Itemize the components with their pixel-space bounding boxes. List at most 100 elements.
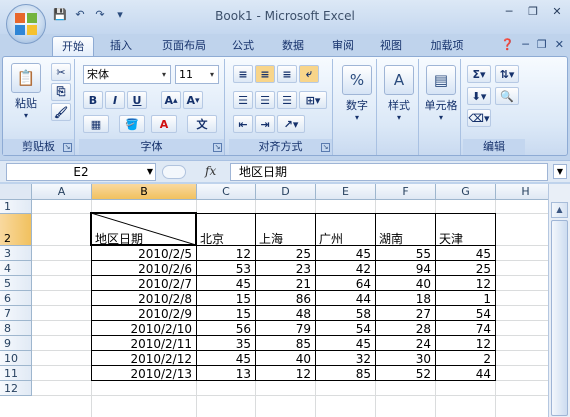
align-top-icon[interactable]: ≡ xyxy=(233,65,253,83)
tab-formulas[interactable]: 公式 xyxy=(222,36,264,56)
row-header[interactable]: 11 xyxy=(0,366,32,381)
city-header-cell[interactable]: 广州 xyxy=(316,232,376,246)
clear-icon[interactable]: ⌫▾ xyxy=(467,109,491,127)
value-cell[interactable]: 15 xyxy=(197,307,254,321)
value-cell[interactable]: 53 xyxy=(197,262,254,276)
value-cell[interactable]: 45 xyxy=(197,352,254,366)
value-cell[interactable]: 64 xyxy=(316,277,374,291)
tab-review[interactable]: 审阅 xyxy=(322,36,364,56)
date-cell[interactable]: 2010/2/7 xyxy=(92,277,195,291)
underline-button[interactable]: U xyxy=(127,91,147,109)
restore-window-icon[interactable]: ❐ xyxy=(537,38,547,51)
cut-icon[interactable]: ✂ xyxy=(51,63,71,81)
cells-button[interactable]: ▤ 单元格 ▾ xyxy=(422,65,460,122)
value-cell[interactable]: 15 xyxy=(197,292,254,306)
value-cell[interactable]: 48 xyxy=(256,307,314,321)
value-cell[interactable]: 2 xyxy=(436,352,494,366)
city-header-cell[interactable]: 湖南 xyxy=(376,232,436,246)
paste-button[interactable]: 📋 粘贴 ▾ xyxy=(9,63,43,120)
column-header[interactable]: H xyxy=(496,184,548,200)
select-all-button[interactable] xyxy=(0,184,32,200)
fill-color-icon[interactable]: 🪣 xyxy=(119,115,145,133)
column-header[interactable]: B xyxy=(92,184,197,200)
scroll-thumb[interactable] xyxy=(551,220,568,416)
value-cell[interactable]: 58 xyxy=(316,307,374,321)
name-box[interactable]: E2 ▼ xyxy=(6,163,156,181)
close-workbook-icon[interactable]: ✕ xyxy=(555,38,564,51)
alignment-dialog-launcher[interactable]: ↘ xyxy=(321,143,330,152)
row-header[interactable]: 12 xyxy=(0,381,32,396)
value-cell[interactable]: 13 xyxy=(197,367,254,381)
value-cell[interactable]: 85 xyxy=(316,367,374,381)
copy-icon[interactable]: ⎘ xyxy=(51,83,71,101)
value-cell[interactable]: 32 xyxy=(316,352,374,366)
tab-addins[interactable]: 加载项 xyxy=(420,36,474,56)
date-cell[interactable]: 2010/2/5 xyxy=(92,247,195,261)
fill-icon[interactable]: ⬇▾ xyxy=(467,87,491,105)
value-cell[interactable]: 40 xyxy=(376,277,434,291)
row-header[interactable]: 5 xyxy=(0,276,32,291)
borders-icon[interactable]: ▦ xyxy=(83,115,109,133)
value-cell[interactable]: 18 xyxy=(376,292,434,306)
value-cell[interactable]: 42 xyxy=(316,262,374,276)
close-button[interactable]: ✕ xyxy=(548,4,566,20)
align-right-icon[interactable]: ☰ xyxy=(277,91,297,109)
worksheet-grid[interactable]: ABCDEFGH 1 2 3 4 5 6 7 8 9 10 11 12 地区日期 北京 上海 广州 湖南 天津 2… xyxy=(0,184,548,417)
row-header[interactable]: 9 xyxy=(0,336,32,351)
value-cell[interactable]: 28 xyxy=(376,322,434,336)
value-cell[interactable]: 40 xyxy=(256,352,314,366)
font-name-combo[interactable]: 宋体 ▾ xyxy=(83,65,171,84)
date-cell[interactable]: 2010/2/9 xyxy=(92,307,195,321)
value-cell[interactable]: 12 xyxy=(197,247,254,261)
align-left-icon[interactable]: ☰ xyxy=(233,91,253,109)
font-size-combo[interactable]: 11 ▾ xyxy=(175,65,219,84)
merge-center-icon[interactable]: ⊞▾ xyxy=(299,91,327,109)
date-cell[interactable]: 2010/2/6 xyxy=(92,262,195,276)
sort-filter-icon[interactable]: ⇅▾ xyxy=(495,65,519,83)
column-header[interactable]: G xyxy=(436,184,496,200)
value-cell[interactable]: 21 xyxy=(256,277,314,291)
value-cell[interactable]: 45 xyxy=(436,247,494,261)
row-header[interactable]: 1 xyxy=(0,200,32,214)
value-cell[interactable]: 85 xyxy=(256,337,314,351)
row-header[interactable]: 4 xyxy=(0,261,32,276)
column-header[interactable]: E xyxy=(316,184,376,200)
city-header-cell[interactable]: 天津 xyxy=(436,232,496,246)
column-header[interactable]: D xyxy=(256,184,316,200)
help-icon[interactable]: ❓ xyxy=(501,38,515,51)
increase-indent-icon[interactable]: ⇥ xyxy=(255,115,275,133)
tab-view[interactable]: 视图 xyxy=(370,36,412,56)
column-header[interactable]: C xyxy=(197,184,256,200)
orientation-icon[interactable]: ↗▾ xyxy=(277,115,305,133)
expand-formula-bar-icon[interactable]: ▼ xyxy=(553,164,567,179)
value-cell[interactable]: 24 xyxy=(376,337,434,351)
tab-home[interactable]: 开始 xyxy=(52,36,94,56)
grow-font-button[interactable]: A ▴ xyxy=(161,91,181,109)
number-format-button[interactable]: % 数字 ▾ xyxy=(340,65,374,122)
align-middle-icon[interactable]: ≡ xyxy=(255,65,275,83)
decrease-indent-icon[interactable]: ⇤ xyxy=(233,115,253,133)
value-cell[interactable]: 12 xyxy=(436,277,494,291)
tab-page-layout[interactable]: 页面布局 xyxy=(152,36,216,56)
bold-button[interactable]: B xyxy=(83,91,103,109)
formula-input[interactable]: 地区日期 xyxy=(230,163,548,181)
value-cell[interactable]: 79 xyxy=(256,322,314,336)
office-button[interactable] xyxy=(6,4,46,44)
value-cell[interactable]: 35 xyxy=(197,337,254,351)
autosum-icon[interactable]: Σ▾ xyxy=(467,65,491,83)
value-cell[interactable]: 45 xyxy=(316,247,374,261)
column-header[interactable]: F xyxy=(376,184,436,200)
value-cell[interactable]: 56 xyxy=(197,322,254,336)
value-cell[interactable]: 45 xyxy=(197,277,254,291)
font-dialog-launcher[interactable]: ↘ xyxy=(213,143,222,152)
value-cell[interactable]: 44 xyxy=(316,292,374,306)
phonetic-guide-icon[interactable]: 文 xyxy=(187,115,217,133)
value-cell[interactable]: 45 xyxy=(316,337,374,351)
align-bottom-icon[interactable]: ≡ xyxy=(277,65,297,83)
value-cell[interactable]: 94 xyxy=(376,262,434,276)
scroll-up-icon[interactable]: ▲ xyxy=(551,202,568,218)
value-cell[interactable]: 55 xyxy=(376,247,434,261)
date-cell[interactable]: 2010/2/12 xyxy=(92,352,195,366)
wrap-text-icon[interactable]: ⤶ xyxy=(299,65,319,83)
date-cell[interactable]: 2010/2/11 xyxy=(92,337,195,351)
